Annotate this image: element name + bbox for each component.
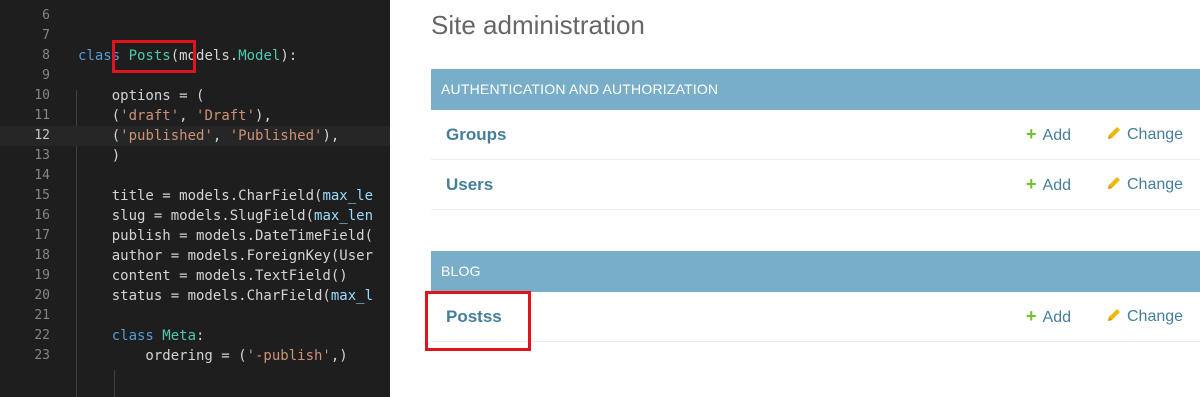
- code-line: 10 options = (: [0, 86, 390, 106]
- change-label: Change: [1127, 176, 1184, 193]
- line-number: 15: [34, 188, 50, 203]
- model-link-groups[interactable]: Groups: [446, 110, 506, 159]
- code-line: 17 publish = models.DateTimeField(: [0, 226, 390, 246]
- code-text: content = models.TextField(): [78, 268, 348, 284]
- module-caption: AUTHENTICATION AND AUTHORIZATION: [431, 69, 1200, 110]
- pencil-icon: [1108, 127, 1120, 139]
- code-text: author = models.ForeignKey(User: [78, 248, 374, 264]
- change-link-postss[interactable]: Change: [1106, 292, 1183, 341]
- code-line: 18 author = models.ForeignKey(User: [0, 246, 390, 266]
- model-row-groups: Groups + Add Change: [431, 110, 1200, 160]
- code-text: slug = models.SlugField(max_len: [78, 208, 374, 224]
- line-number: 16: [34, 208, 50, 223]
- plus-icon: +: [1026, 306, 1037, 326]
- code-line: 19 content = models.TextField(): [0, 266, 390, 286]
- module-auth: AUTHENTICATION AND AUTHORIZATION Groups …: [431, 69, 1200, 210]
- line-number: 14: [34, 168, 50, 183]
- code-text: ): [78, 148, 121, 164]
- add-label: Add: [1042, 127, 1071, 144]
- code-line: 16 slug = models.SlugField(max_len: [0, 206, 390, 226]
- line-number: 21: [34, 308, 50, 323]
- add-label: Add: [1042, 177, 1071, 194]
- code-line: 22 class Meta:: [0, 326, 390, 346]
- line-number: 9: [42, 68, 50, 83]
- code-text: class Meta:: [111, 328, 205, 344]
- line-number: 12: [34, 128, 50, 143]
- model-row-postss: Postss + Add Change: [431, 292, 1200, 342]
- model-row-users: Users + Add Change: [431, 160, 1200, 210]
- code-line: 23 ordering = ('-publish',): [0, 346, 390, 366]
- line-number: 20: [34, 288, 50, 303]
- pencil-icon: [1108, 309, 1120, 321]
- module-caption: BLOG: [431, 251, 1200, 292]
- line-number: 6: [42, 8, 50, 23]
- code-text: publish = models.DateTimeField(: [78, 228, 374, 244]
- code-line: 13 ): [0, 146, 390, 166]
- model-name-highlight-box: [425, 291, 531, 351]
- code-line: 14: [0, 166, 390, 186]
- code-text: title = models.CharField(max_le: [78, 188, 374, 204]
- line-number: 23: [34, 348, 50, 363]
- code-text: ordering = ('-publish',): [78, 348, 348, 364]
- change-link-users[interactable]: Change: [1106, 160, 1183, 209]
- code-line: 6: [0, 6, 390, 26]
- line-number: 17: [34, 228, 50, 243]
- code-text: options = (: [78, 88, 205, 104]
- change-link-groups[interactable]: Change: [1106, 110, 1183, 159]
- line-number: 7: [42, 28, 50, 43]
- line-number: 13: [34, 148, 50, 163]
- code-editor: 6 7 8 class Posts(models.Model): 9 10 options…: [0, 0, 390, 397]
- code-line: 11 ('draft', 'Draft'),: [0, 106, 390, 126]
- indent-guide: [114, 370, 115, 397]
- plus-icon: +: [1026, 124, 1037, 144]
- code-line: 12 ('published', 'Published'),: [0, 126, 390, 146]
- line-number: 8: [42, 48, 50, 63]
- pencil-icon: [1108, 177, 1120, 189]
- code-text: ('draft', 'Draft'),: [78, 108, 272, 124]
- change-label: Change: [1127, 126, 1184, 143]
- line-number: 18: [34, 248, 50, 263]
- code-text: status = models.CharField(max_l: [78, 288, 374, 304]
- page-title: Site administration: [431, 10, 645, 40]
- add-link-users[interactable]: + Add: [1026, 160, 1071, 210]
- line-number: 22: [34, 328, 50, 343]
- line-number: 10: [34, 88, 50, 103]
- code-text: ('published', 'Published'),: [78, 128, 340, 144]
- code-line: 20 status = models.CharField(max_l: [0, 286, 390, 306]
- module-blog: BLOG Postss + Add Change: [431, 251, 1200, 342]
- model-link-users[interactable]: Users: [446, 160, 493, 209]
- class-name-highlight-box: [112, 40, 196, 73]
- plus-icon: +: [1026, 174, 1037, 194]
- add-link-postss[interactable]: + Add: [1026, 292, 1071, 342]
- line-number: 11: [34, 108, 50, 123]
- add-link-groups[interactable]: + Add: [1026, 110, 1071, 160]
- line-number: 19: [34, 268, 50, 283]
- code-line: 21: [0, 306, 390, 326]
- add-label: Add: [1042, 309, 1071, 326]
- change-label: Change: [1127, 308, 1184, 325]
- code-line: 15 title = models.CharField(max_le: [0, 186, 390, 206]
